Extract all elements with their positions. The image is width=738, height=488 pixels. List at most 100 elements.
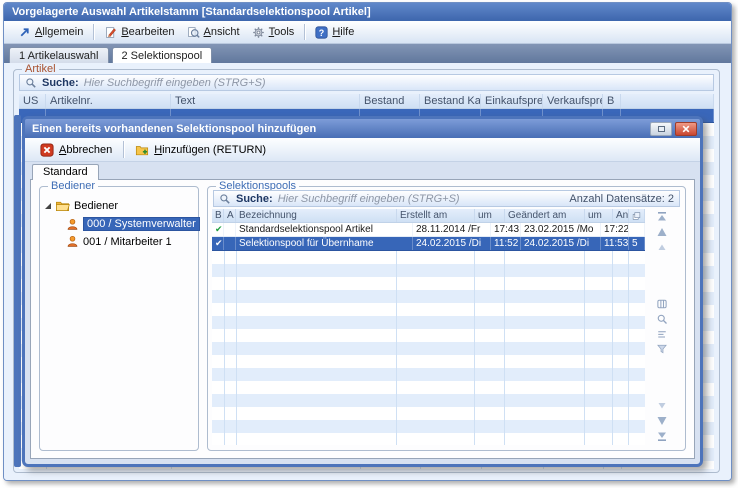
menu-label: Allgemein bbox=[35, 26, 83, 38]
cell-bezeichnung: Selektionspool für Übernhame bbox=[236, 237, 413, 250]
column-header[interactable]: US bbox=[19, 94, 46, 108]
column-header[interactable]: Text bbox=[171, 94, 360, 108]
cell-erstellt-am: 28.11.2014 /Fr bbox=[413, 223, 491, 236]
tab-selektionspool[interactable]: 2 Selektionspool bbox=[112, 47, 213, 63]
tree-item-mitarbeiter1[interactable]: 001 / Mitarbeiter 1 bbox=[43, 233, 195, 250]
column-header[interactable]: An bbox=[613, 209, 629, 222]
menu-item-hilfe[interactable]: ? Hilfe bbox=[309, 24, 360, 41]
tree-item-systemverwalter[interactable]: 000 / Systemverwalter bbox=[43, 215, 195, 233]
column-header[interactable]: Verkaufspreis bbox=[543, 94, 603, 108]
main-titlebar: Vorgelagerte Auswahl Artikelstamm [Stand… bbox=[4, 3, 731, 21]
cell-geaendert-am: 24.02.2015 /Di bbox=[521, 237, 601, 250]
tab-artikelauswahl[interactable]: 1 Artikelauswahl bbox=[9, 47, 109, 63]
column-header[interactable]: A bbox=[224, 209, 236, 222]
cell-geaendert-um: 11:53 bbox=[601, 237, 629, 250]
dialog-minimize-button[interactable] bbox=[650, 122, 672, 136]
menu-separator bbox=[93, 24, 94, 40]
tree-root-label: Bediener bbox=[74, 200, 118, 212]
cell-geaendert-am: 23.02.2015 /Mo bbox=[521, 223, 601, 236]
grid-left-edge bbox=[14, 115, 21, 467]
pools-search-input[interactable]: Suche: Hier Suchbegriff eingeben (STRG+S… bbox=[213, 190, 680, 207]
magnifier-doc-icon bbox=[187, 26, 200, 39]
add-button[interactable]: Hinzufügen (RETURN) bbox=[130, 141, 271, 159]
menu-item-ansicht[interactable]: Ansicht bbox=[181, 24, 246, 41]
pools-table-body[interactable] bbox=[212, 251, 645, 445]
column-header[interactable]: Geändert am bbox=[505, 209, 585, 222]
search-icon bbox=[219, 193, 231, 205]
column-header-filler bbox=[621, 94, 714, 108]
dialog-close-button[interactable] bbox=[675, 122, 697, 136]
main-tabstrip: 1 Artikelauswahl 2 Selektionspool bbox=[4, 44, 731, 63]
column-header[interactable]: Einkaufspreis bbox=[481, 94, 543, 108]
column-header[interactable]: Bezeichnung bbox=[236, 209, 397, 222]
person-icon bbox=[66, 218, 79, 231]
column-header[interactable]: um bbox=[585, 209, 613, 222]
add-folder-icon bbox=[135, 143, 149, 157]
main-menubar: Allgemein Bearbeiten Ansicht Tools ? bbox=[4, 21, 731, 44]
scroll-to-top-icon[interactable] bbox=[656, 211, 669, 223]
menu-label: Tools bbox=[269, 26, 295, 38]
column-header[interactable]: Erstellt am bbox=[397, 209, 475, 222]
expander-icon[interactable] bbox=[45, 203, 51, 209]
check-icon: ✔ bbox=[212, 237, 224, 250]
table-row-selected[interactable]: ✔ Selektionspool für Übernhame 24.02.201… bbox=[212, 237, 645, 251]
gear-icon bbox=[252, 26, 265, 39]
search-label: Suche: bbox=[236, 193, 273, 205]
bediener-group-label: Bediener bbox=[48, 180, 98, 192]
minimize-icon bbox=[658, 126, 665, 132]
tab-standard[interactable]: Standard bbox=[32, 164, 99, 180]
edit-icon bbox=[104, 26, 117, 39]
menu-label: Hilfe bbox=[332, 26, 354, 38]
dialog-panel: Bediener Bediener 000 / Systemverwalter bbox=[30, 179, 695, 459]
filter-icon[interactable] bbox=[656, 343, 669, 355]
cell-erstellt-am: 24.02.2015 /Di bbox=[413, 237, 491, 250]
scroll-to-bottom-icon[interactable] bbox=[656, 430, 669, 442]
artikel-table-header: US Artikelnr. Text Bestand Bestand Kalk.… bbox=[19, 94, 714, 109]
column-header[interactable]: Artikelnr. bbox=[46, 94, 171, 108]
menu-label: Ansicht bbox=[204, 26, 240, 38]
cancel-x-icon bbox=[40, 143, 54, 157]
goto-record-icon[interactable] bbox=[656, 328, 669, 340]
cancel-button[interactable]: Abbrechen bbox=[35, 141, 117, 159]
scroll-down-icon[interactable] bbox=[656, 415, 669, 427]
scroll-down-small-icon[interactable] bbox=[656, 400, 669, 412]
search-grid-icon[interactable] bbox=[656, 313, 669, 325]
add-label: Hinzufügen (RETURN) bbox=[154, 144, 266, 156]
grid-navigation-strip bbox=[652, 211, 672, 442]
column-view-icon[interactable] bbox=[656, 298, 669, 310]
cell-geaendert-um: 17:22 bbox=[601, 223, 629, 236]
column-chooser-button[interactable] bbox=[629, 209, 645, 222]
cell-erstellt-um: 17:43 bbox=[491, 223, 521, 236]
table-row[interactable]: ✔ Standardselektionspool Artikel 28.11.2… bbox=[212, 223, 645, 237]
dialog-titlebar: Einen bereits vorhandenen Selektionspool… bbox=[25, 119, 700, 138]
column-header[interactable]: B bbox=[212, 209, 224, 222]
check-icon: ✔ bbox=[212, 223, 224, 236]
dialog-tabstrip: Standard bbox=[25, 162, 700, 179]
menu-item-tools[interactable]: Tools bbox=[246, 24, 301, 41]
search-placeholder: Hier Suchbegriff eingeben (STRG+S) bbox=[278, 193, 460, 205]
column-header[interactable]: Bestand bbox=[360, 94, 420, 108]
menu-item-bearbeiten[interactable]: Bearbeiten bbox=[98, 24, 180, 41]
folder-icon bbox=[55, 198, 70, 213]
artikel-search-input[interactable]: Suche: Hier Suchbegriff eingeben (STRG+S… bbox=[19, 74, 714, 91]
scroll-up-small-icon[interactable] bbox=[656, 241, 669, 253]
cancel-label: Abbrechen bbox=[59, 144, 112, 156]
search-placeholder: Hier Suchbegriff eingeben (STRG+S) bbox=[84, 77, 266, 89]
dialog-title: Einen bereits vorhandenen Selektionspool… bbox=[32, 123, 647, 135]
arrow-ne-icon bbox=[18, 26, 31, 39]
column-header[interactable]: Bestand Kalk. bbox=[420, 94, 481, 108]
bediener-tree: Bediener 000 / Systemverwalter 001 / Mit… bbox=[40, 187, 198, 259]
tree-root-bediener[interactable]: Bediener bbox=[43, 196, 195, 215]
menu-item-allgemein[interactable]: Allgemein bbox=[12, 24, 89, 41]
window-title: Vorgelagerte Auswahl Artikelstamm [Stand… bbox=[12, 6, 371, 18]
tree-item-label: 000 / Systemverwalter bbox=[83, 217, 200, 231]
selektionspools-groupbox: Selektionspools Suche: Hier Suchbegriff … bbox=[207, 186, 686, 451]
scroll-up-icon[interactable] bbox=[656, 226, 669, 238]
tree-item-label: 001 / Mitarbeiter 1 bbox=[83, 236, 172, 248]
record-count: Anzahl Datensätze: 2 bbox=[569, 193, 674, 205]
column-header[interactable]: B bbox=[603, 94, 621, 108]
close-icon bbox=[682, 125, 690, 133]
menu-separator bbox=[304, 24, 305, 40]
bediener-groupbox: Bediener Bediener 000 / Systemverwalter bbox=[39, 186, 199, 451]
column-header[interactable]: um bbox=[475, 209, 505, 222]
